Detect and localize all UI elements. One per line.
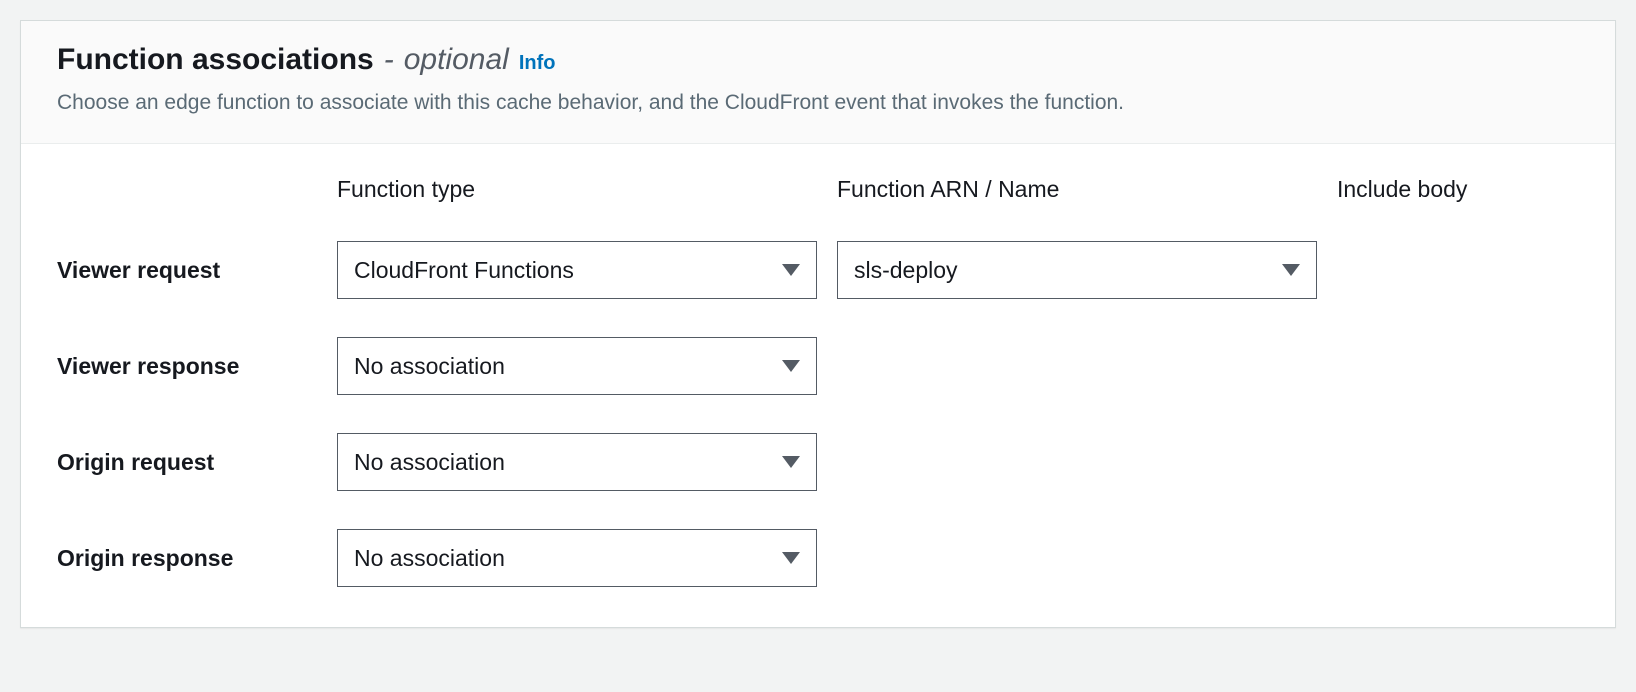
column-header-function-type: Function type (337, 176, 817, 203)
row-label-viewer-response: Viewer response (57, 353, 317, 380)
column-header-function-arn: Function ARN / Name (837, 176, 1317, 203)
function-associations-panel: Function associations - optional Info Ch… (20, 20, 1616, 628)
panel-body: Function type Function ARN / Name Includ… (21, 144, 1615, 627)
panel-title-line: Function associations - optional Info (57, 43, 1579, 77)
chevron-down-icon (782, 264, 800, 276)
select-value: No association (354, 353, 505, 380)
function-type-select-viewer-response[interactable]: No association (337, 337, 817, 395)
chevron-down-icon (1282, 264, 1300, 276)
function-type-select-origin-response[interactable]: No association (337, 529, 817, 587)
chevron-down-icon (782, 360, 800, 372)
function-arn-select-viewer-request[interactable]: sls-deploy (837, 241, 1317, 299)
optional-label: optional (404, 43, 509, 77)
info-link[interactable]: Info (519, 52, 556, 75)
title-separator: - (384, 43, 394, 77)
column-header-include-body: Include body (1337, 176, 1579, 203)
function-type-select-viewer-request[interactable]: CloudFront Functions (337, 241, 817, 299)
chevron-down-icon (782, 552, 800, 564)
select-value: CloudFront Functions (354, 257, 574, 284)
chevron-down-icon (782, 456, 800, 468)
row-label-origin-request: Origin request (57, 449, 317, 476)
panel-subtitle: Choose an edge function to associate wit… (57, 91, 1579, 115)
panel-header: Function associations - optional Info Ch… (21, 21, 1615, 144)
panel-title: Function associations (57, 43, 374, 77)
function-type-select-origin-request[interactable]: No association (337, 433, 817, 491)
select-value: sls-deploy (854, 257, 958, 284)
row-label-viewer-request: Viewer request (57, 257, 317, 284)
select-value: No association (354, 545, 505, 572)
select-value: No association (354, 449, 505, 476)
row-label-origin-response: Origin response (57, 545, 317, 572)
associations-grid: Function type Function ARN / Name Includ… (57, 176, 1579, 587)
